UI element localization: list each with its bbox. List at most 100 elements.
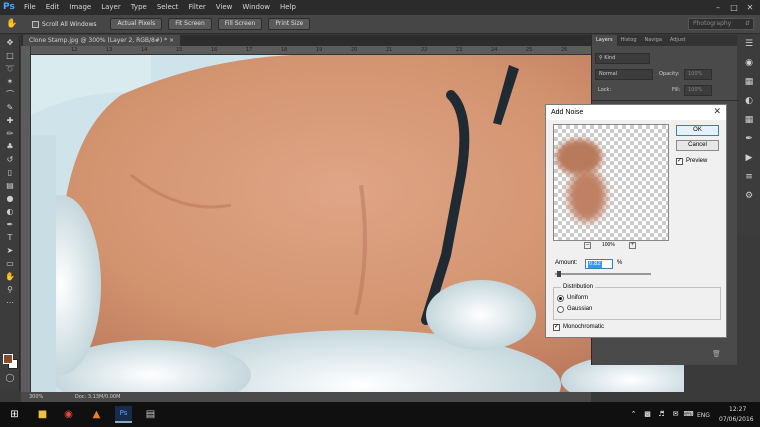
scroll-all-windows-option[interactable]: Scroll All Windows (32, 20, 96, 28)
fill-value: 100% (688, 87, 703, 93)
tab-navigator[interactable]: Naviga (641, 35, 666, 46)
paths-icon[interactable]: ✒ (741, 132, 757, 146)
layer-filter-kind[interactable]: ⚲ Kind (595, 53, 650, 64)
network-icon[interactable]: ▩ (640, 407, 655, 422)
file-explorer-icon[interactable]: ■ (35, 407, 50, 422)
amount-slider-thumb[interactable] (556, 271, 561, 277)
blend-mode-select[interactable]: Normal (595, 69, 653, 80)
gaussian-radio[interactable] (557, 306, 564, 313)
actual-pixels-button[interactable]: Actual Pixels (110, 18, 163, 30)
color-icon[interactable]: ◉ (741, 56, 757, 70)
clock-date[interactable]: 07/06/2016 (719, 416, 754, 423)
settings-icon[interactable]: ⚙ (741, 189, 757, 203)
keyboard-icon[interactable]: ⌨ (681, 407, 696, 422)
fit-screen-button[interactable]: Fit Screen (168, 18, 212, 30)
menu-bar: Ps File Edit Image Layer Type Select Fil… (0, 0, 760, 15)
print-size-button[interactable]: Print Size (268, 18, 311, 30)
history-brush-tool-icon[interactable]: ↺ (3, 154, 17, 166)
video-icon[interactable]: ▶ (741, 151, 757, 165)
windows-start-icon[interactable]: ⊞ (7, 407, 22, 422)
vertical-ruler[interactable] (21, 46, 31, 392)
pen-tool-icon[interactable]: ✒ (3, 219, 17, 231)
close-tab-icon[interactable]: × (169, 37, 174, 44)
hand-tool-icon[interactable]: ✋ (6, 19, 20, 29)
ok-button[interactable]: OK (676, 125, 719, 136)
monochromatic-checkbox[interactable]: ✓ (553, 324, 560, 331)
menu-select[interactable]: Select (152, 0, 184, 15)
notepad-icon[interactable]: ▤ (143, 407, 158, 422)
adjustments-icon[interactable]: ◐ (741, 94, 757, 108)
history-icon[interactable]: ▦ (741, 113, 757, 127)
menu-file[interactable]: File (19, 0, 41, 15)
lasso-tool-icon[interactable]: ➰ (3, 63, 17, 75)
swatches-icon[interactable]: ▦ (741, 75, 757, 89)
rectangle-tool-icon[interactable]: ▭ (3, 258, 17, 270)
close-icon[interactable]: ✕ (713, 106, 721, 117)
scroll-all-windows-checkbox[interactable] (32, 20, 39, 28)
fill-field[interactable]: 100% (684, 85, 712, 96)
preview-checkbox[interactable]: ✓ (676, 158, 683, 165)
eraser-tool-icon[interactable]: ▯ (3, 167, 17, 179)
close-window-icon[interactable]: ✕ (742, 0, 758, 15)
foreground-color-swatch[interactable] (3, 354, 13, 364)
hand-tool-icon[interactable]: ✋ (3, 271, 17, 283)
blur-tool-icon[interactable]: ● (3, 193, 17, 205)
move-tool-icon[interactable]: ✥ (3, 37, 17, 49)
menu-window[interactable]: Window (237, 0, 275, 15)
menu-image[interactable]: Image (64, 0, 96, 15)
amount-input[interactable]: 0.82 (585, 259, 613, 269)
chevron-up-icon[interactable]: ⌃ (626, 407, 641, 422)
clone-stamp-tool-icon[interactable]: ♣ (3, 141, 17, 153)
ruler-tick-label: 15 (176, 47, 183, 53)
chrome-icon[interactable]: ◉ (61, 407, 76, 422)
delete-layer-icon[interactable]: 🗑 (712, 350, 721, 358)
opacity-label: Opacity: (659, 71, 680, 77)
tab-layers[interactable]: Layers (592, 35, 617, 46)
properties-icon[interactable]: ≡ (741, 170, 757, 184)
workspace-select[interactable]: Photography ⇵ (688, 18, 754, 30)
healing-brush-tool-icon[interactable]: ✚ (3, 115, 17, 127)
horizontal-ruler[interactable]: 12131415161718192021222324252627 (31, 46, 602, 55)
crop-tool-icon[interactable]: ⌒ (3, 89, 17, 101)
maximize-icon[interactable]: □ (726, 0, 742, 15)
vlc-icon[interactable]: ▲ (89, 407, 104, 422)
dodge-tool-icon[interactable]: ◐ (3, 206, 17, 218)
tab-adjustments[interactable]: Adjust (666, 35, 690, 46)
layers-icon[interactable]: ☰ (741, 37, 757, 51)
photoshop-taskbar-icon[interactable]: Ps (115, 406, 132, 423)
path-selection-tool-icon[interactable]: ➤ (3, 245, 17, 257)
volume-icon[interactable]: ♬ (654, 407, 669, 422)
filter-preview[interactable] (553, 124, 669, 241)
more-tools-icon[interactable]: ⋯ (3, 297, 17, 309)
brush-tool-icon[interactable]: ✏ (3, 128, 17, 140)
clock-time[interactable]: 12:27 (729, 406, 746, 413)
menu-type[interactable]: Type (126, 0, 152, 15)
fill-label: Fill: (672, 87, 681, 93)
zoom-tool-icon[interactable]: ⚲ (3, 284, 17, 296)
menu-layer[interactable]: Layer (96, 0, 126, 15)
cancel-button[interactable]: Cancel (676, 140, 719, 151)
quick-select-tool-icon[interactable]: ✶ (3, 76, 17, 88)
zoom-in-icon[interactable]: + (629, 242, 636, 249)
tab-histogram[interactable]: Histog (617, 35, 641, 46)
amount-slider[interactable] (555, 273, 651, 275)
gaussian-label: Gaussian (567, 306, 593, 312)
language-indicator[interactable]: ENG (697, 412, 710, 419)
document-tab[interactable]: Clone Stamp.jpg @ 300% (Layer 2, RGB/8#)… (23, 35, 181, 46)
zoom-level[interactable]: 300% (29, 394, 43, 400)
uniform-radio[interactable] (557, 295, 564, 302)
menu-help[interactable]: Help (275, 0, 301, 15)
opacity-field[interactable]: 100% (684, 69, 712, 80)
zoom-out-icon[interactable]: – (584, 242, 591, 249)
blend-mode-label: Normal (599, 71, 618, 77)
menu-filter[interactable]: Filter (183, 0, 210, 15)
menu-view[interactable]: View (211, 0, 238, 15)
marquee-tool-icon[interactable]: □ (3, 50, 17, 62)
gradient-tool-icon[interactable]: ▤ (3, 180, 17, 192)
eyedropper-tool-icon[interactable]: ✎ (3, 102, 17, 114)
fill-screen-button[interactable]: Fill Screen (217, 18, 263, 30)
type-tool-icon[interactable]: T (3, 232, 17, 244)
menu-edit[interactable]: Edit (41, 0, 65, 15)
minimize-icon[interactable]: – (710, 0, 726, 15)
quick-mask-icon[interactable]: ◯ (3, 372, 17, 384)
